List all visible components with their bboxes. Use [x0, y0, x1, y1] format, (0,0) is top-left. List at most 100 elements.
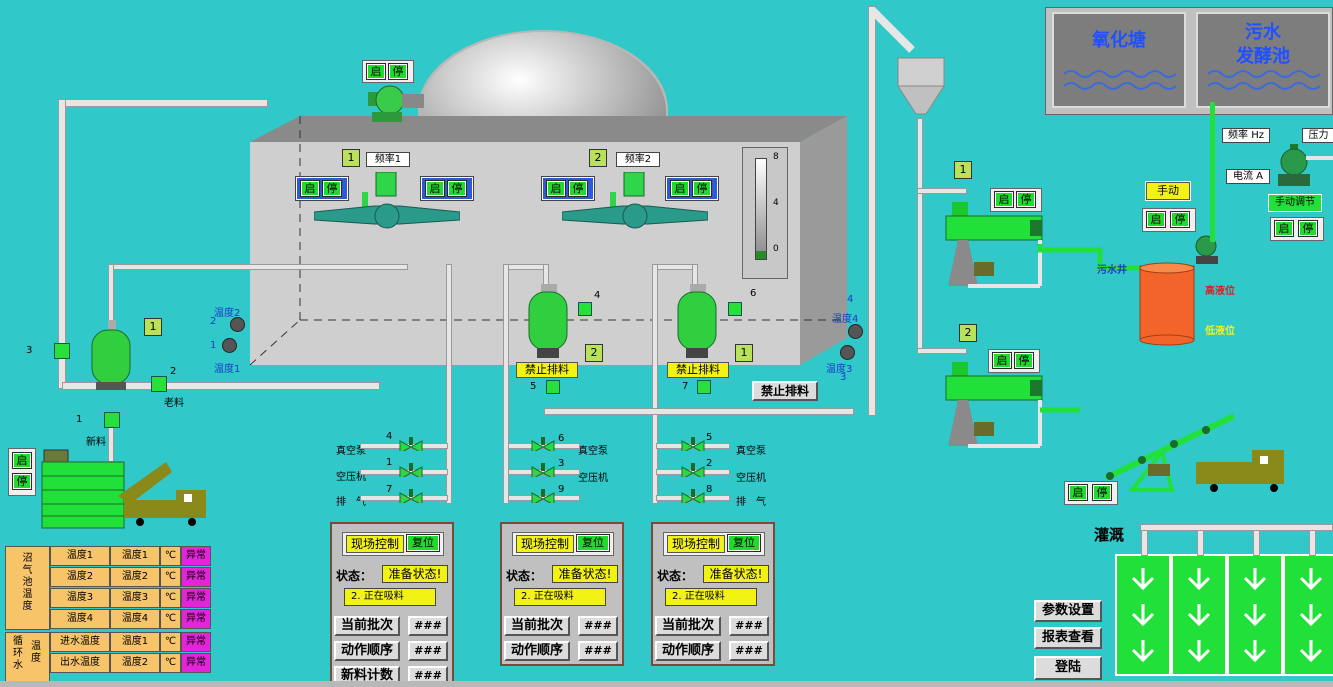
temp4-num: 4 — [847, 294, 854, 305]
start-button[interactable]: 启 — [1068, 484, 1088, 501]
temp1-label: 温度1 — [214, 364, 241, 375]
reset-button[interactable]: 复位 — [727, 534, 761, 552]
sewage-fermentation-tank[interactable]: 污水 发酵池 — [1196, 12, 1330, 108]
temp-cell-val: 温度1 — [110, 546, 160, 566]
discharge-tank-icon[interactable] — [676, 284, 720, 360]
frequency-hz-label: 频率 Hz — [1222, 128, 1270, 143]
manual-button[interactable]: 手动 — [1145, 181, 1191, 201]
state-value: 准备状态! — [703, 565, 769, 583]
down-arrow-icon — [1299, 568, 1323, 591]
reset-button[interactable]: 复位 — [576, 534, 610, 552]
state-label: 状态： — [336, 569, 373, 583]
pipe — [868, 6, 876, 416]
reports-view-button[interactable]: 报表查看 — [1034, 627, 1102, 649]
current-batch-value: ### — [729, 616, 769, 636]
irrigation-label: 灌溉 — [1094, 526, 1125, 544]
valve5-num: 5 — [530, 381, 537, 392]
status-badge[interactable]: 异常 — [181, 653, 211, 673]
irrigation-field[interactable] — [1115, 530, 1333, 676]
manual-valve-1-2[interactable] — [398, 463, 424, 477]
start-button[interactable]: 启 — [12, 452, 32, 469]
discharge-tank-icon[interactable] — [527, 284, 571, 360]
temp-cell-name: 温度4 — [50, 609, 110, 629]
motor2-freq-label: 频率2 — [616, 152, 660, 167]
manual-valve-1-1[interactable] — [398, 437, 424, 451]
params-settings-button[interactable]: 参数设置 — [1034, 600, 1102, 622]
vg3-label-1: 空压机 — [736, 473, 766, 484]
manual-valve-3-2[interactable] — [680, 463, 706, 477]
current-batch-button[interactable]: 当前批次 — [334, 616, 400, 636]
down-arrow-icon — [1299, 640, 1323, 663]
taskbar — [0, 681, 1333, 687]
valve1[interactable] — [104, 412, 120, 428]
pipe — [58, 99, 268, 107]
blower-motor-icon[interactable] — [368, 82, 424, 126]
sewage-well-icon[interactable] — [1138, 262, 1198, 346]
reset-button[interactable]: 复位 — [406, 534, 440, 552]
manual-valve-2-3[interactable] — [530, 489, 556, 503]
gauge-fill — [756, 251, 766, 259]
start-button[interactable]: 启 — [1274, 220, 1294, 237]
action-sequence-button[interactable]: 动作顺序 — [504, 641, 570, 661]
site-control-button[interactable]: 现场控制 — [667, 535, 725, 553]
start-button[interactable]: 启 — [366, 63, 386, 80]
stop-button[interactable]: 停 — [1092, 484, 1112, 501]
vg2-label-0: 真空泵 — [578, 446, 608, 457]
valve5[interactable] — [546, 380, 560, 394]
login-button[interactable]: 登陆 — [1034, 656, 1102, 680]
current-batch-button[interactable]: 当前批次 — [655, 616, 721, 636]
booster-pump-icon[interactable] — [1270, 138, 1333, 192]
conveyor-start-stop: 启 停 — [1064, 481, 1118, 505]
site-control-button[interactable]: 现场控制 — [346, 535, 404, 553]
manual-valve-2-2[interactable] — [530, 463, 556, 477]
stop-button[interactable]: 停 — [388, 63, 408, 80]
manual-valve-3-1[interactable] — [680, 437, 706, 451]
down-arrow-icon — [1187, 640, 1211, 663]
vg2-num-1: 3 — [558, 458, 565, 469]
temp2-sensor[interactable] — [230, 317, 245, 332]
action-sequence-button[interactable]: 动作顺序 — [655, 641, 721, 661]
status-badge[interactable]: 异常 — [181, 546, 211, 566]
temp-cell-name: 温度2 — [50, 567, 110, 587]
valve2[interactable] — [151, 376, 167, 392]
temp1-sensor[interactable] — [222, 338, 237, 353]
status-badge[interactable]: 异常 — [181, 609, 211, 629]
manual-adjust-button[interactable]: 手动调节 — [1268, 194, 1322, 212]
temp4-sensor[interactable] — [848, 324, 863, 339]
mixer-icon[interactable] — [314, 172, 460, 234]
status-badge[interactable]: 异常 — [181, 588, 211, 608]
manual-valve-3-3[interactable] — [680, 489, 706, 503]
gauge-tick-4: 4 — [773, 198, 779, 208]
stop-button[interactable]: 停 — [12, 473, 32, 490]
forbid-discharge-button[interactable]: 禁止排料 — [752, 381, 818, 401]
manual-valve-2-1[interactable] — [530, 437, 556, 451]
gauge-tick-8: 8 — [773, 152, 779, 162]
valve4[interactable] — [578, 302, 592, 316]
valve3[interactable] — [54, 343, 70, 359]
pipe — [917, 348, 967, 354]
manual-valve-1-3[interactable] — [398, 489, 424, 503]
start-button[interactable]: 启 — [1146, 211, 1166, 228]
stop-button[interactable]: 停 — [1170, 211, 1190, 228]
state-label: 状态： — [506, 569, 543, 583]
stop-button[interactable]: 停 — [1298, 220, 1318, 237]
feed-tank-icon[interactable] — [90, 320, 134, 392]
state-value: 准备状态! — [552, 565, 618, 583]
oxidation-pond[interactable]: 氧化塘 — [1052, 12, 1186, 108]
down-arrow-icon — [1299, 604, 1323, 627]
temp-cell-unit: ℃ — [160, 567, 181, 587]
status-badge[interactable]: 异常 — [181, 632, 211, 652]
site-control-button[interactable]: 现场控制 — [516, 535, 574, 553]
action-sequence-button[interactable]: 动作顺序 — [334, 641, 400, 661]
circulating-water-group-text-1: 循环水 — [13, 636, 23, 671]
down-arrow-icon — [1131, 640, 1155, 663]
vg3-num-0: 5 — [706, 432, 713, 443]
temp-cell-val: 温度3 — [110, 588, 160, 608]
current-batch-button[interactable]: 当前批次 — [504, 616, 570, 636]
status-badge[interactable]: 异常 — [181, 567, 211, 587]
pump-icon[interactable] — [1190, 232, 1224, 268]
valve7[interactable] — [697, 380, 711, 394]
valve6[interactable] — [728, 302, 742, 316]
mixer-icon[interactable] — [562, 172, 708, 234]
temp3-sensor[interactable] — [840, 345, 855, 360]
